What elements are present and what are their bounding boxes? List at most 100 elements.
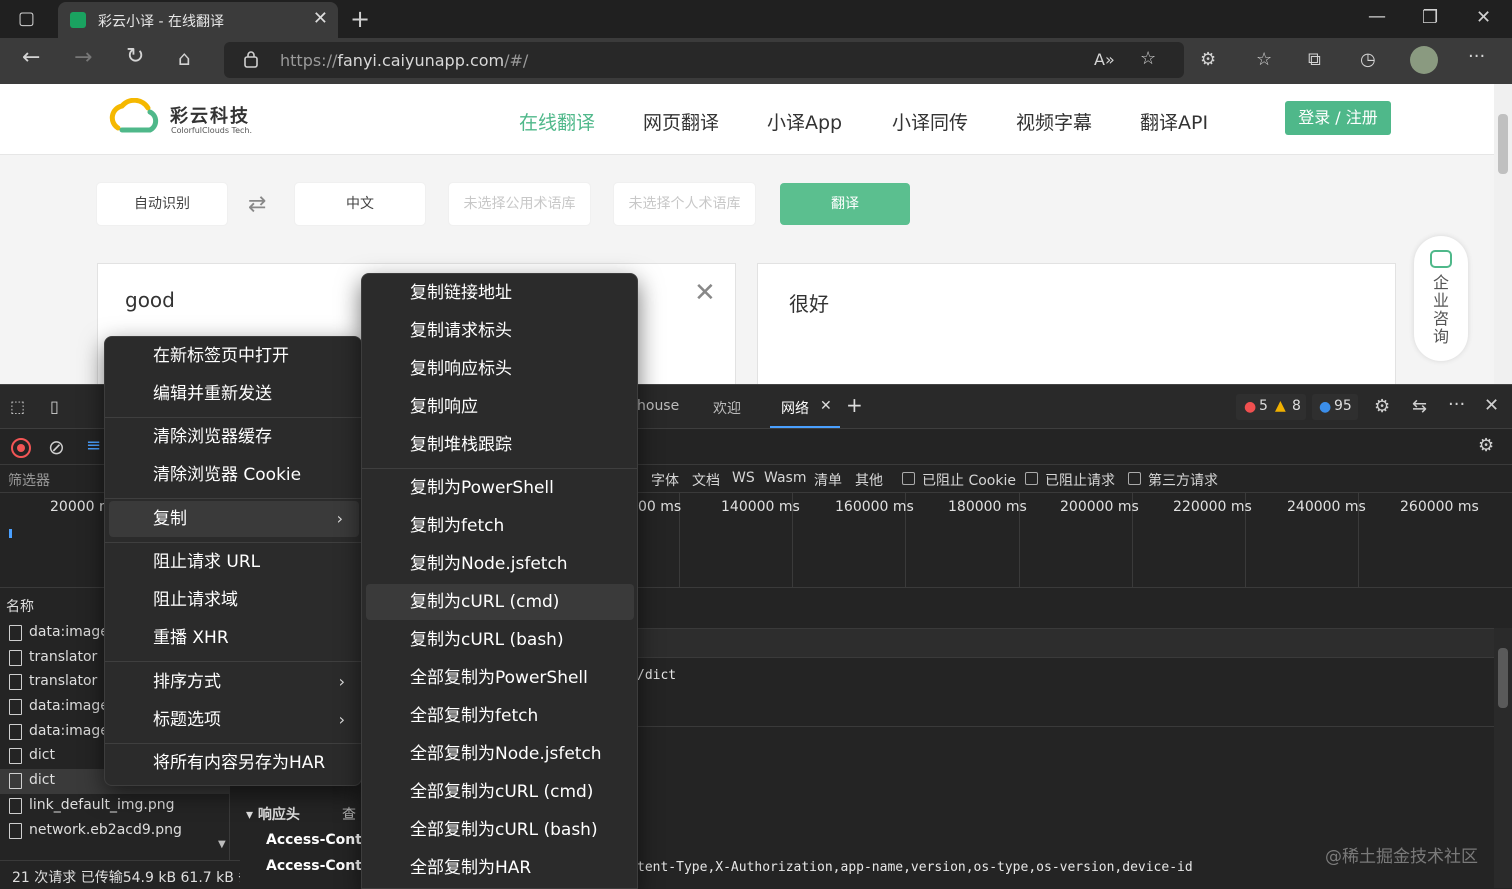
request-row[interactable]: link_default_img.png bbox=[0, 794, 230, 819]
history-icon[interactable]: ◷ bbox=[1360, 49, 1376, 70]
view-source-link[interactable]: 查 bbox=[342, 804, 356, 824]
add-favorite-icon[interactable]: ☆ bbox=[1140, 48, 1156, 69]
minimize-icon[interactable]: — bbox=[1368, 6, 1386, 27]
add-tab-icon[interactable]: + bbox=[846, 393, 863, 417]
swap-languages-icon[interactable]: ⇄ bbox=[248, 192, 266, 217]
tab-close-icon[interactable]: ✕ bbox=[820, 398, 832, 414]
favorites-icon[interactable]: ☆ bbox=[1256, 49, 1272, 70]
collections-icon[interactable]: ⧉ bbox=[1308, 49, 1321, 70]
filter-font[interactable]: 字体 bbox=[651, 470, 679, 490]
network-settings-icon[interactable]: ⚙ bbox=[1478, 435, 1494, 456]
menu-open-new-tab[interactable]: 在新标签页中打开 bbox=[105, 338, 361, 374]
menu-header-options[interactable]: 标题选项 › bbox=[105, 702, 361, 738]
nav-api[interactable]: 翻译API bbox=[1140, 108, 1208, 135]
device-emulation-icon[interactable]: ▯ bbox=[50, 397, 59, 416]
devtools-settings-icon[interactable]: ⚙ bbox=[1374, 396, 1390, 417]
copy-link-address[interactable]: 复制链接地址 bbox=[362, 275, 637, 311]
address-bar[interactable]: https://fanyi.caiyunapp.com/#/ A» ☆ bbox=[224, 42, 1184, 78]
copy-response-headers[interactable]: 复制响应标头 bbox=[362, 351, 637, 387]
profile-avatar[interactable] bbox=[1410, 46, 1438, 74]
copy-all-node-fetch[interactable]: 全部复制为Node.jsfetch bbox=[362, 736, 637, 772]
source-language-select[interactable]: 自动识别 bbox=[97, 183, 227, 225]
request-row[interactable]: network.eb2acd9.png bbox=[0, 819, 230, 844]
blocked-requests-checkbox[interactable] bbox=[1025, 472, 1038, 485]
copy-stack-trace[interactable]: 复制堆栈跟踪 bbox=[362, 427, 637, 463]
settings-more-icon[interactable]: ··· bbox=[1468, 46, 1485, 67]
source-text[interactable]: good bbox=[125, 288, 175, 312]
copy-all-fetch[interactable]: 全部复制为fetch bbox=[362, 698, 637, 734]
copy-all-curl-bash[interactable]: 全部复制为cURL (bash) bbox=[362, 812, 637, 848]
login-button[interactable]: 登录 / 注册 bbox=[1285, 101, 1391, 135]
menu-save-har[interactable]: 将所有内容另存为HAR bbox=[105, 745, 361, 781]
copy-as-curl-bash[interactable]: 复制为cURL (bash) bbox=[362, 622, 637, 658]
clear-log-icon[interactable]: ⊘ bbox=[48, 435, 65, 459]
copy-all-har[interactable]: 全部复制为HAR bbox=[362, 850, 637, 886]
nav-app[interactable]: 小译App bbox=[767, 108, 842, 135]
lock-icon[interactable] bbox=[244, 50, 258, 68]
menu-edit-resend[interactable]: 编辑并重新发送 bbox=[105, 376, 361, 412]
third-party-checkbox[interactable] bbox=[1128, 472, 1141, 485]
copy-all-powershell[interactable]: 全部复制为PowerShell bbox=[362, 660, 637, 696]
menu-clear-cookies[interactable]: 清除浏览器 Cookie bbox=[105, 457, 361, 493]
copy-as-powershell[interactable]: 复制为PowerShell bbox=[362, 470, 637, 506]
refresh-icon[interactable]: ↻ bbox=[126, 44, 144, 69]
response-headers-toggle[interactable]: ▾ 响应头 bbox=[246, 804, 300, 824]
enterprise-consult-button[interactable]: 企业咨询 bbox=[1414, 236, 1468, 361]
filter-other[interactable]: 其他 bbox=[855, 470, 883, 490]
copy-as-node-fetch[interactable]: 复制为Node.jsfetch bbox=[362, 546, 637, 582]
target-language-select[interactable]: 中文 bbox=[295, 183, 425, 225]
clear-icon[interactable]: ✕ bbox=[694, 278, 716, 308]
name-column-header[interactable]: 名称 bbox=[6, 596, 34, 616]
menu-clear-cache[interactable]: 清除浏览器缓存 bbox=[105, 419, 361, 455]
close-devtools-icon[interactable]: ✕ bbox=[1484, 395, 1499, 416]
tab-network[interactable]: 网络 bbox=[781, 398, 809, 418]
home-icon[interactable]: ⌂ bbox=[178, 46, 191, 70]
menu-copy[interactable]: 复制 › bbox=[109, 501, 359, 537]
nav-simultaneous[interactable]: 小译同传 bbox=[892, 108, 968, 135]
menu-sort-by[interactable]: 排序方式 › bbox=[105, 664, 361, 700]
issues-counter[interactable]: ● 5 ▲ 8 bbox=[1236, 394, 1306, 420]
back-icon[interactable]: ← bbox=[22, 45, 40, 70]
copy-as-fetch[interactable]: 复制为fetch bbox=[362, 508, 637, 544]
menu-block-domain[interactable]: 阻止请求域 bbox=[105, 582, 361, 618]
tab-actions-icon[interactable]: ▢ bbox=[18, 8, 35, 29]
filter-icon[interactable]: ≡ bbox=[86, 435, 101, 456]
inspect-icon[interactable]: ⬚ bbox=[10, 397, 25, 416]
window-close-icon[interactable]: ✕ bbox=[1476, 7, 1491, 28]
browser-tab[interactable]: 彩云小译 - 在线翻译 ✕ bbox=[58, 2, 338, 38]
more-options-icon[interactable]: ··· bbox=[1448, 394, 1465, 415]
filter-ws[interactable]: WS bbox=[732, 470, 755, 486]
tab-house[interactable]: house bbox=[637, 398, 679, 414]
public-term-select[interactable]: 未选择公用术语库 bbox=[449, 183, 590, 225]
filter-doc[interactable]: 文档 bbox=[692, 470, 720, 490]
tab-close-icon[interactable]: ✕ bbox=[313, 8, 328, 29]
copy-submenu: 复制链接地址 复制请求标头 复制响应标头 复制响应 复制堆栈跟踪 复制为Powe… bbox=[361, 273, 638, 889]
filter-manifest[interactable]: 清单 bbox=[814, 470, 842, 490]
detail-scrollbar[interactable] bbox=[1494, 628, 1512, 888]
record-icon[interactable] bbox=[11, 438, 31, 458]
nav-online-translate[interactable]: 在线翻译 bbox=[519, 108, 595, 135]
private-term-select[interactable]: 未选择个人术语库 bbox=[614, 183, 755, 225]
filter-input[interactable]: 筛选器 bbox=[8, 470, 50, 490]
read-aloud-icon[interactable]: A» bbox=[1094, 50, 1115, 69]
tab-welcome[interactable]: 欢迎 bbox=[713, 398, 741, 418]
messages-counter[interactable]: ● 95 bbox=[1312, 394, 1358, 420]
nav-web-translate[interactable]: 网页翻译 bbox=[643, 108, 719, 135]
menu-block-url[interactable]: 阻止请求 URL bbox=[105, 544, 361, 580]
restore-icon[interactable]: ❐ bbox=[1422, 7, 1438, 28]
copy-response[interactable]: 复制响应 bbox=[362, 389, 637, 425]
scroll-down-icon[interactable]: ▼ bbox=[218, 839, 226, 850]
copy-request-headers[interactable]: 复制请求标头 bbox=[362, 313, 637, 349]
copy-all-curl-cmd[interactable]: 全部复制为cURL (cmd) bbox=[362, 774, 637, 810]
new-tab-icon[interactable]: + bbox=[350, 5, 370, 33]
translate-button[interactable]: 翻译 bbox=[780, 183, 910, 225]
page-scrollbar[interactable] bbox=[1494, 84, 1512, 384]
filter-wasm[interactable]: Wasm bbox=[764, 470, 806, 486]
nav-video-subtitles[interactable]: 视频字幕 bbox=[1016, 108, 1092, 135]
blocked-cookies-checkbox[interactable] bbox=[902, 472, 915, 485]
menu-replay-xhr[interactable]: 重播 XHR bbox=[105, 620, 361, 656]
extensions-icon[interactable]: ⚙ bbox=[1200, 49, 1216, 70]
dock-icon[interactable]: ⇆ bbox=[1412, 396, 1427, 417]
forward-icon[interactable]: → bbox=[74, 45, 92, 70]
copy-as-curl-cmd[interactable]: 复制为cURL (cmd) bbox=[366, 584, 634, 620]
